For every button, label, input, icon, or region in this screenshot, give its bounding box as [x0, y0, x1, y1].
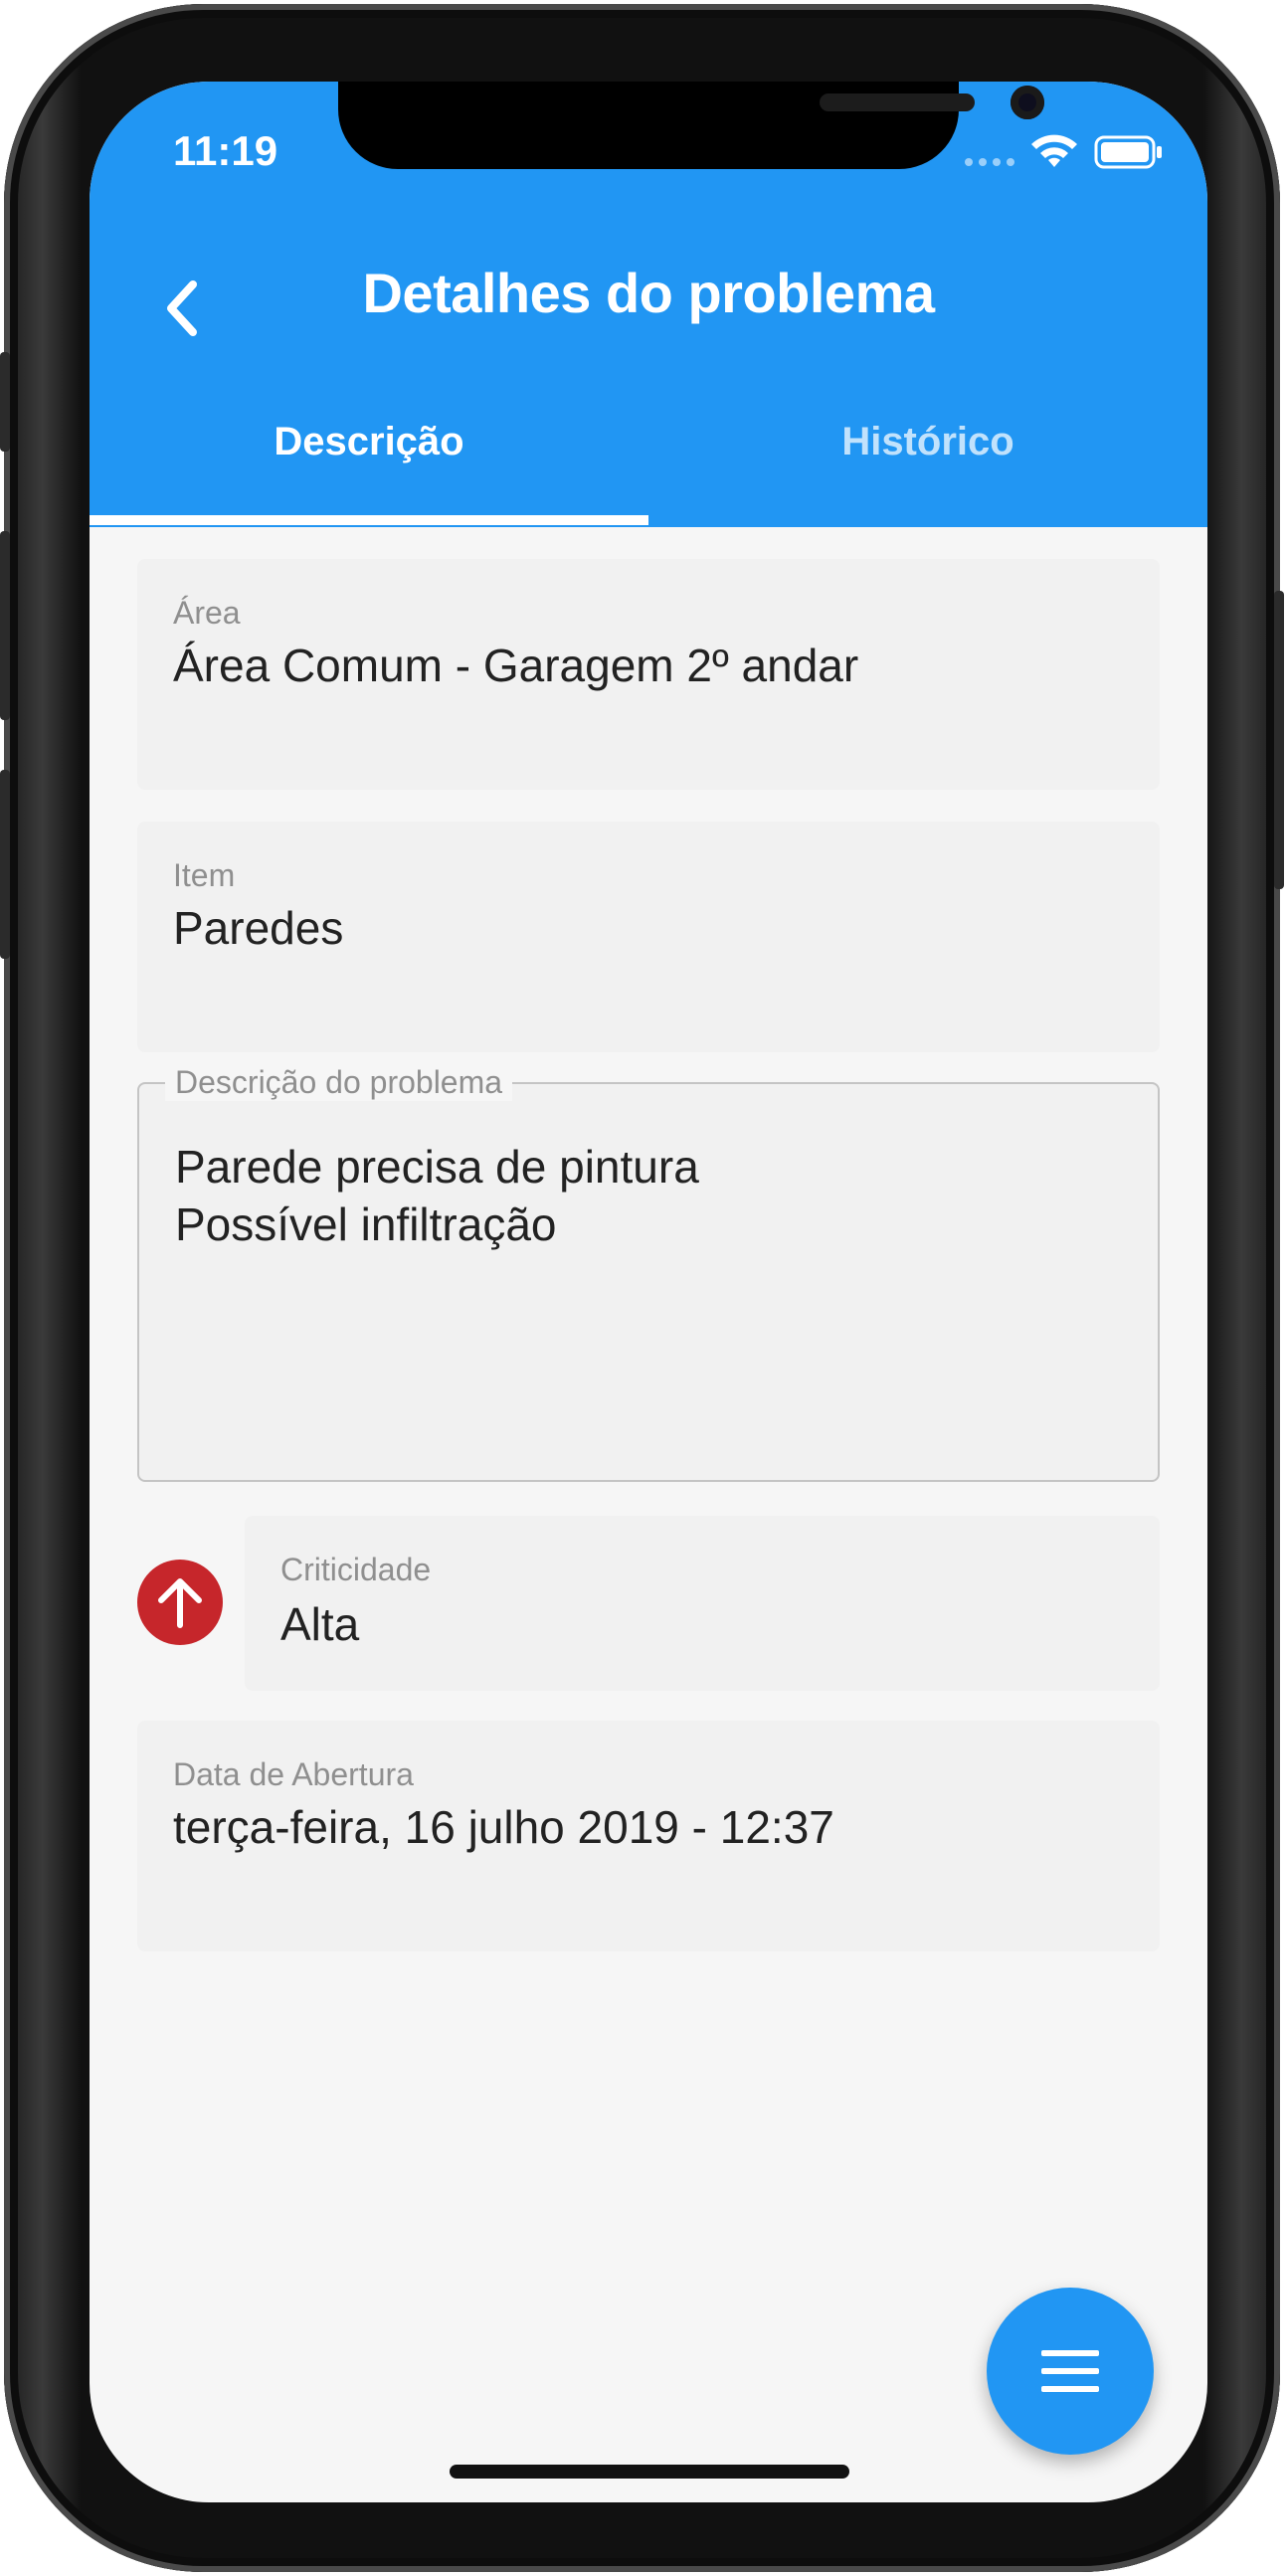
power-button: [1274, 591, 1284, 889]
phone-frame: 11:19 Detalhes do problema Descrição His…: [0, 4, 1284, 2572]
notch: [338, 82, 1044, 169]
description-value: Parede precisa de pintura Possível infil…: [175, 1141, 699, 1250]
tab-indicator: [90, 515, 648, 525]
menu-icon: [1041, 2350, 1099, 2392]
description-field[interactable]: Descrição do problema Parede precisa de …: [137, 1064, 1160, 1482]
battery-icon: [1094, 135, 1162, 169]
item-field[interactable]: Item Paredes: [137, 822, 1160, 1052]
volume-down-button: [0, 770, 10, 959]
criticality-badge: [137, 1560, 223, 1645]
arrow-up-icon: [158, 1578, 202, 1628]
menu-fab-button[interactable]: [987, 2288, 1154, 2455]
volume-up-button: [0, 531, 10, 720]
criticality-label: Criticidade: [280, 1552, 432, 1587]
area-value: Área Comum - Garagem 2º andar: [173, 640, 859, 691]
description-label: Descrição do problema: [165, 1064, 513, 1101]
opening-date-value: terça-feira, 16 julho 2019 - 12:37: [173, 1801, 834, 1853]
tab-descricao[interactable]: Descrição: [90, 420, 648, 464]
item-value: Paredes: [173, 902, 344, 954]
wifi-icon: [1031, 134, 1077, 167]
item-label: Item: [173, 857, 236, 893]
opening-date-field[interactable]: Data de Abertura terça-feira, 16 julho 2…: [137, 1721, 1160, 1951]
mute-switch: [0, 352, 10, 452]
area-field[interactable]: Área Área Comum - Garagem 2º andar: [137, 559, 1160, 790]
signal-icon: [965, 153, 1020, 166]
page-title: Detalhes do problema: [362, 262, 935, 324]
speaker: [820, 93, 975, 111]
criticality-value: Alta: [280, 1598, 360, 1650]
front-camera: [1011, 86, 1044, 119]
criticality-field[interactable]: Criticidade Alta: [245, 1516, 1160, 1691]
opening-date-label: Data de Abertura: [173, 1756, 414, 1792]
app-bar: 11:19 Detalhes do problema Descrição His…: [90, 82, 1207, 527]
home-indicator[interactable]: [450, 2465, 849, 2479]
area-label: Área: [173, 595, 241, 631]
screen: 11:19 Detalhes do problema Descrição His…: [90, 82, 1207, 2502]
status-time: 11:19: [173, 127, 278, 174]
tab-historico[interactable]: Histórico: [648, 420, 1207, 464]
